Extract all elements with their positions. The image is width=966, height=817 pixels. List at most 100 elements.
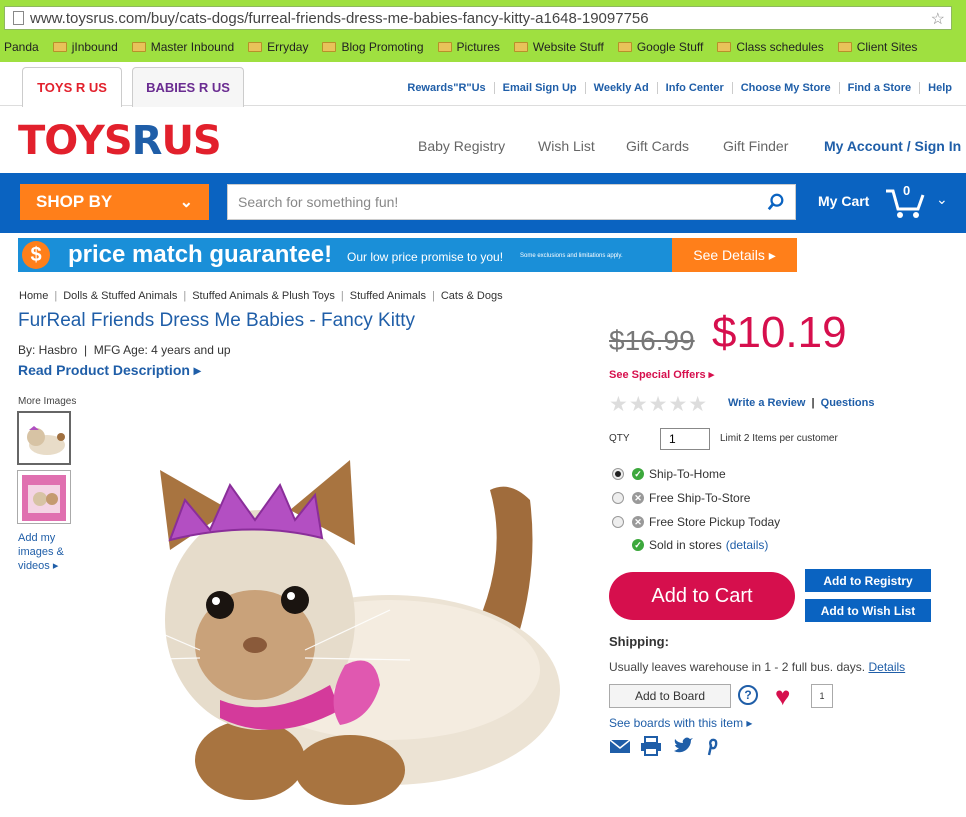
crumb-stuffed-plush[interactable]: Stuffed Animals & Plush Toys	[192, 290, 335, 302]
option-ship-to-home[interactable]: ✓ Ship-To-Home	[612, 467, 726, 481]
dollar-icon: $	[22, 241, 50, 269]
rating-stars: ★★★★★	[609, 393, 709, 416]
breadcrumb: Home | Dolls & Stuffed Animals | Stuffed Ani…	[19, 290, 503, 302]
add-to-cart-button[interactable]: Add to Cart	[609, 572, 795, 620]
my-cart-link[interactable]: My Cart	[818, 193, 869, 209]
link-find-store[interactable]: Find a Store	[838, 82, 920, 94]
link-rewards[interactable]: Rewards"R"Us	[399, 82, 493, 94]
special-offers-link[interactable]: See Special Offers ▸	[609, 368, 714, 381]
radio-unselected[interactable]	[612, 492, 624, 504]
add-to-wishlist-button[interactable]: Add to Wish List	[805, 599, 931, 622]
box-thumbnail-image	[22, 475, 66, 521]
shop-by-button[interactable]: SHOP BY ⌄	[20, 184, 209, 220]
bookmark-folder[interactable]: jInbound	[52, 40, 118, 54]
tab-babiesrus[interactable]: BABIES R US	[132, 67, 244, 107]
original-price: $16.99	[609, 325, 695, 356]
search-bar-band: SHOP BY ⌄ Search for something fun! My C…	[0, 173, 966, 233]
link-choose-store[interactable]: Choose My Store	[731, 82, 839, 94]
bookmark-folder[interactable]: Blog Promoting	[322, 40, 424, 54]
link-info-center[interactable]: Info Center	[656, 82, 732, 94]
check-icon: ✓	[632, 468, 644, 480]
address-bar[interactable]: www.toysrus.com/buy/cats-dogs/furreal-fr…	[4, 6, 952, 30]
promo-subtext: Our low price promise to you!	[347, 250, 504, 264]
nav-gift-finder[interactable]: Gift Finder	[723, 138, 788, 154]
help-icon[interactable]: ?	[738, 685, 758, 705]
site-top-bar: TOYS R US BABIES R US Rewards"R"Us Email…	[0, 62, 966, 107]
add-to-registry-button[interactable]: Add to Registry	[805, 569, 931, 592]
price-match-banner[interactable]: $ price match guarantee! Our low price p…	[18, 238, 797, 272]
thumbnail-1[interactable]	[17, 411, 71, 465]
crumb-cats-dogs[interactable]: Cats & Dogs	[441, 290, 503, 302]
read-description-link[interactable]: Read Product Description ▸	[18, 362, 201, 379]
chevron-down-icon: ⌄	[179, 194, 193, 211]
radio-unselected[interactable]	[612, 516, 624, 528]
add-images-link[interactable]: Add my images & videos ▸	[18, 531, 64, 573]
folder-icon	[437, 42, 452, 52]
bookmarks-bar: Panda jInbound Master Inbound Erryday Bl…	[0, 36, 966, 58]
email-icon[interactable]	[609, 736, 631, 756]
folder-icon	[837, 42, 852, 52]
utility-links: Rewards"R"Us Email Sign Up Weekly Ad Inf…	[399, 82, 960, 94]
nav-baby-registry[interactable]: Baby Registry	[418, 138, 505, 154]
nav-account[interactable]: My Account / Sign In	[824, 138, 961, 154]
twitter-icon[interactable]	[672, 736, 694, 756]
search-icon[interactable]	[767, 193, 785, 211]
bookmark-star-icon[interactable]: ☆	[931, 9, 945, 29]
bookmark-folder[interactable]: Google Stuff	[617, 40, 703, 54]
bookmark-folder[interactable]: Erryday	[248, 40, 308, 54]
bookmark-folder[interactable]: Master Inbound	[131, 40, 234, 54]
heart-icon[interactable]: ♥	[775, 681, 790, 712]
sold-details-link[interactable]: (details)	[722, 538, 769, 552]
nav-wish-list[interactable]: Wish List	[538, 138, 595, 154]
promo-fineprint: Some exclusions and limitations apply.	[520, 253, 623, 259]
product-byline: By: Hasbro | MFG Age: 4 years and up	[18, 343, 231, 357]
bookmark-panda[interactable]: Panda	[4, 40, 39, 54]
qty-label: QTY	[609, 433, 630, 444]
promo-headline: price match guarantee!	[68, 241, 333, 268]
heart-count: 1	[811, 684, 833, 708]
link-help[interactable]: Help	[919, 82, 960, 94]
crumb-home[interactable]: Home	[19, 290, 48, 302]
bookmark-folder[interactable]: Pictures	[437, 40, 500, 54]
search-input[interactable]: Search for something fun!	[227, 184, 796, 220]
x-icon: ✕	[632, 516, 644, 528]
nav-gift-cards[interactable]: Gift Cards	[626, 138, 689, 154]
folder-icon	[322, 42, 337, 52]
pinterest-icon[interactable]	[700, 736, 722, 756]
review-links: Write a Review | Questions	[728, 397, 875, 409]
see-boards-link[interactable]: See boards with this item ▸	[609, 716, 752, 730]
folder-icon	[617, 42, 632, 52]
url-text: www.toysrus.com/buy/cats-dogs/furreal-fr…	[30, 9, 649, 27]
see-details-button[interactable]: See Details ▸	[672, 238, 797, 272]
sale-price: $10.19	[712, 308, 847, 357]
quantity-input[interactable]	[660, 428, 710, 450]
add-to-board-button[interactable]: Add to Board	[609, 684, 731, 708]
link-email-signup[interactable]: Email Sign Up	[493, 82, 585, 94]
crumb-stuffed[interactable]: Stuffed Animals	[350, 290, 426, 302]
site-logo[interactable]: TOYSRUS	[18, 118, 222, 164]
cart-count-badge: 0	[903, 183, 911, 198]
bookmark-folder[interactable]: Class schedules	[717, 40, 824, 54]
questions-link[interactable]: Questions	[821, 397, 875, 409]
product-image	[119, 460, 560, 805]
shipping-details-link[interactable]: Details	[868, 660, 905, 674]
shipping-text: Usually leaves warehouse in 1 - 2 full b…	[609, 660, 906, 674]
folder-icon	[52, 42, 67, 52]
kitty-thumbnail-image	[27, 426, 65, 455]
shipping-label: Shipping:	[609, 634, 669, 649]
write-review-link[interactable]: Write a Review	[728, 397, 805, 409]
radio-selected[interactable]	[612, 468, 624, 480]
chevron-down-icon[interactable]: ⌄	[936, 191, 948, 208]
sold-in-stores: ✓ Sold in stores (details)	[632, 538, 768, 552]
link-weekly-ad[interactable]: Weekly Ad	[584, 82, 657, 94]
option-ship-to-store[interactable]: ✕ Free Ship-To-Store	[612, 491, 750, 505]
tab-toysrus[interactable]: TOYS R US	[22, 67, 122, 107]
folder-icon	[131, 42, 146, 52]
bookmark-folder[interactable]: Client Sites	[837, 40, 917, 54]
more-images-label: More Images	[18, 396, 77, 407]
crumb-dolls[interactable]: Dolls & Stuffed Animals	[63, 290, 177, 302]
thumbnail-2[interactable]	[17, 470, 71, 524]
option-store-pickup[interactable]: ✕ Free Store Pickup Today	[612, 515, 780, 529]
print-icon[interactable]	[640, 736, 662, 756]
bookmark-folder[interactable]: Website Stuff	[513, 40, 604, 54]
